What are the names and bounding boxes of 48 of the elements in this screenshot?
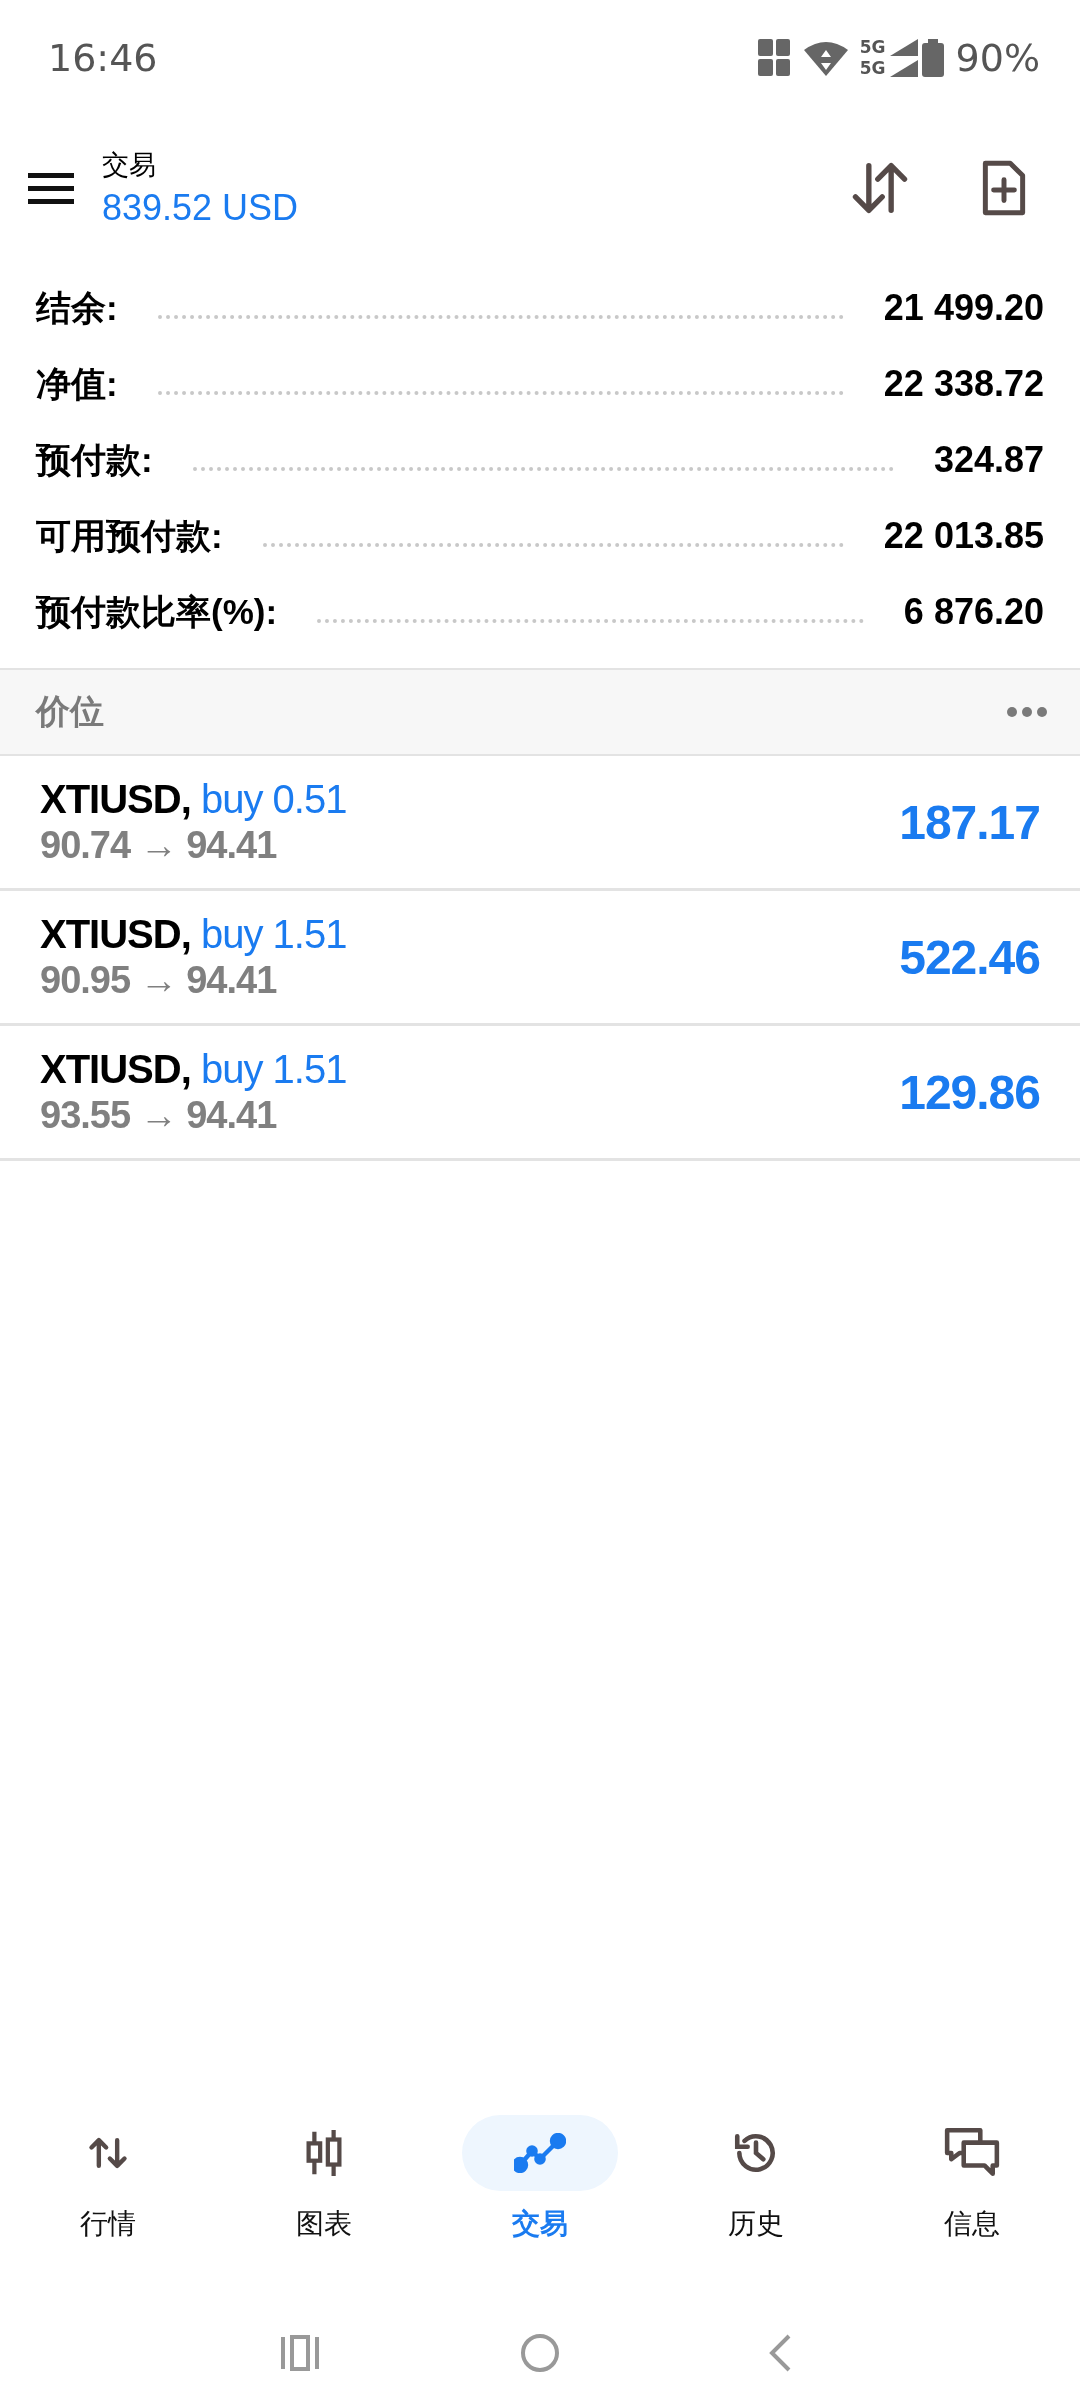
line-graph-icon	[514, 2133, 566, 2173]
nav-tab[interactable]: 历史	[648, 2115, 864, 2243]
position-prices: 90.95 → 94.41	[40, 959, 278, 1002]
summary-label: 预付款比率(%):	[36, 590, 278, 633]
summary-value: 21 499.20	[883, 287, 1044, 329]
position-profit: 522.46	[899, 929, 1040, 985]
signal-icon	[889, 38, 918, 56]
account-balance: 839.52 USD	[102, 186, 299, 229]
summary-label: 预付款:	[36, 438, 153, 481]
summary-value: 22 338.72	[883, 363, 1044, 405]
more-button[interactable]	[1006, 706, 1048, 718]
summary-label: 结余:	[36, 286, 118, 329]
nav-tab[interactable]: 行情	[0, 2115, 216, 2243]
summary-label: 净值:	[36, 362, 118, 405]
position-title: XTIUSD, buy 0.51	[40, 777, 347, 822]
position-profit: 187.17	[899, 794, 1040, 850]
network-type: 5G	[859, 38, 886, 56]
screen-title: 交易	[102, 148, 157, 182]
summary-value: 22 013.85	[883, 515, 1044, 557]
battery-percent: 90%	[955, 35, 1040, 80]
back-icon	[768, 2332, 792, 2373]
battery-icon	[921, 38, 944, 77]
position-prices: 90.74 → 94.41	[40, 824, 278, 867]
position-row[interactable]: XTIUSD, buy 1.51 90.95 → 94.41 522.46	[0, 891, 1080, 1026]
position-title: XTIUSD, buy 1.51	[40, 1047, 347, 1092]
position-title: XTIUSD, buy 1.51	[40, 912, 347, 957]
nav-tab[interactable]: 交易	[432, 2115, 648, 2243]
position-row[interactable]: XTIUSD, buy 0.51 90.74 → 94.41 187.17	[0, 756, 1080, 891]
section-title: 价位	[36, 691, 104, 732]
summary-value: 324.87	[933, 439, 1044, 481]
recents-icon	[280, 2334, 320, 2371]
home-icon	[520, 2332, 560, 2373]
position-profit: 129.86	[899, 1064, 1040, 1120]
sort-arrows-icon	[851, 160, 909, 215]
menu-icon	[28, 170, 74, 205]
summary-label: 可用预付款:	[36, 514, 223, 557]
signal-icon	[889, 59, 918, 77]
position-row[interactable]: XTIUSD, buy 1.51 93.55 → 94.41 129.86	[0, 1026, 1080, 1161]
summary-value: 6 876.20	[903, 591, 1044, 633]
network-type: 5G	[859, 59, 886, 77]
add-document-icon	[981, 158, 1027, 217]
position-prices: 93.55 → 94.41	[40, 1094, 278, 1137]
sim-cards-icon	[757, 38, 792, 77]
wifi-icon	[803, 39, 848, 76]
nav-tab[interactable]: 图表	[216, 2115, 432, 2243]
nav-tab[interactable]: 信息	[864, 2115, 1080, 2243]
more-icon	[1006, 706, 1048, 718]
status-time: 16:46	[48, 35, 158, 80]
